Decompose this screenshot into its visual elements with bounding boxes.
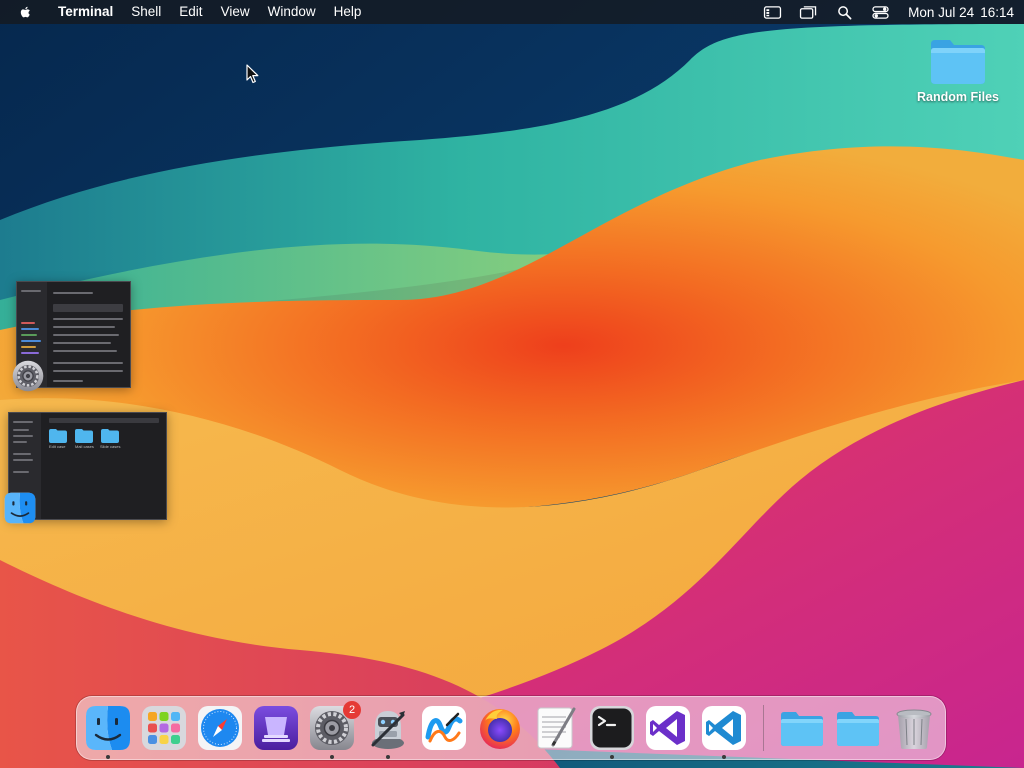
mouse-cursor-icon — [246, 64, 259, 84]
finder-icon — [86, 706, 130, 750]
menu-shell[interactable]: Shell — [122, 0, 170, 24]
screen-mirroring-icon[interactable] — [797, 3, 819, 21]
minimized-window-finder[interactable]: Edit case Mail cases Slide cases — [4, 412, 167, 524]
dock-item-visual-studio[interactable] — [645, 705, 691, 751]
visual-studio-icon — [646, 706, 690, 750]
firefox-icon — [480, 709, 520, 749]
trash-icon — [896, 709, 932, 749]
finder-thumb-folder-label: Mail cases — [75, 444, 94, 449]
dock-item-terminal[interactable] — [589, 705, 635, 751]
desktop-folder-label: Random Files — [917, 90, 999, 104]
freeform-icon — [422, 706, 466, 750]
desktop-folder-random-files[interactable]: Random Files — [908, 36, 1008, 104]
menu-help[interactable]: Help — [325, 0, 371, 24]
menu-edit[interactable]: Edit — [170, 0, 211, 24]
textedit-icon — [537, 707, 576, 749]
apple-menu-icon[interactable] — [18, 4, 34, 20]
dock: 2 — [76, 696, 946, 760]
folder-icon — [75, 429, 93, 443]
dock-item-safari[interactable] — [197, 705, 243, 751]
dock-item-simulator[interactable] — [253, 705, 299, 751]
dock-item-automator[interactable] — [365, 705, 411, 751]
folder-icon — [931, 40, 985, 84]
dock-item-textedit[interactable] — [533, 705, 579, 751]
minimized-window-system-settings[interactable] — [12, 281, 131, 392]
dock-item-system-settings[interactable]: 2 — [309, 701, 361, 751]
finder-icon — [4, 492, 36, 524]
launchpad-icon — [142, 706, 186, 750]
folder-icon — [781, 712, 823, 746]
dock-item-firefox[interactable] — [477, 705, 523, 751]
menu-view[interactable]: View — [212, 0, 259, 24]
folder-icon — [837, 712, 879, 746]
safari-icon — [198, 706, 242, 750]
dock-item-folder[interactable] — [835, 705, 881, 751]
menu-window[interactable]: Window — [259, 0, 325, 24]
terminal-icon — [590, 706, 634, 750]
system-settings-icon — [12, 360, 44, 392]
dock-item-vscode[interactable] — [701, 705, 747, 751]
dock-separator — [763, 705, 764, 751]
folder-icon — [49, 429, 67, 443]
running-indicator — [386, 755, 390, 759]
dock-item-finder[interactable] — [85, 705, 131, 751]
notification-badge: 2 — [343, 701, 361, 719]
dock-item-freeform[interactable] — [421, 705, 467, 751]
folder-icon — [101, 429, 119, 443]
menu-bar: Terminal Shell Edit View Window Help Mon… — [0, 0, 1024, 24]
desktop-wallpaper — [0, 0, 1024, 768]
dock-item-folder[interactable] — [779, 705, 825, 751]
finder-thumb-folder-label: Slide cases — [100, 444, 121, 449]
dock-item-launchpad[interactable] — [141, 705, 187, 751]
clock-date: Mon Jul 24 — [908, 4, 975, 20]
finder-thumb-folder-label: Edit case — [49, 444, 66, 449]
spotlight-search-icon[interactable] — [833, 3, 855, 21]
clock-time: 16:14 — [980, 4, 1014, 20]
menu-clock[interactable]: Mon Jul 24 16:14 — [908, 5, 1014, 20]
simulator-icon — [254, 706, 298, 750]
dock-item-trash[interactable] — [891, 705, 937, 751]
stage-manager-icon[interactable] — [761, 3, 783, 21]
automator-icon — [371, 711, 405, 749]
menu-app-name[interactable]: Terminal — [46, 0, 122, 24]
running-indicator — [330, 755, 334, 759]
running-indicator — [722, 755, 726, 759]
running-indicator — [610, 755, 614, 759]
running-indicator — [106, 755, 110, 759]
vscode-icon — [702, 706, 746, 750]
control-center-icon[interactable] — [869, 3, 891, 21]
